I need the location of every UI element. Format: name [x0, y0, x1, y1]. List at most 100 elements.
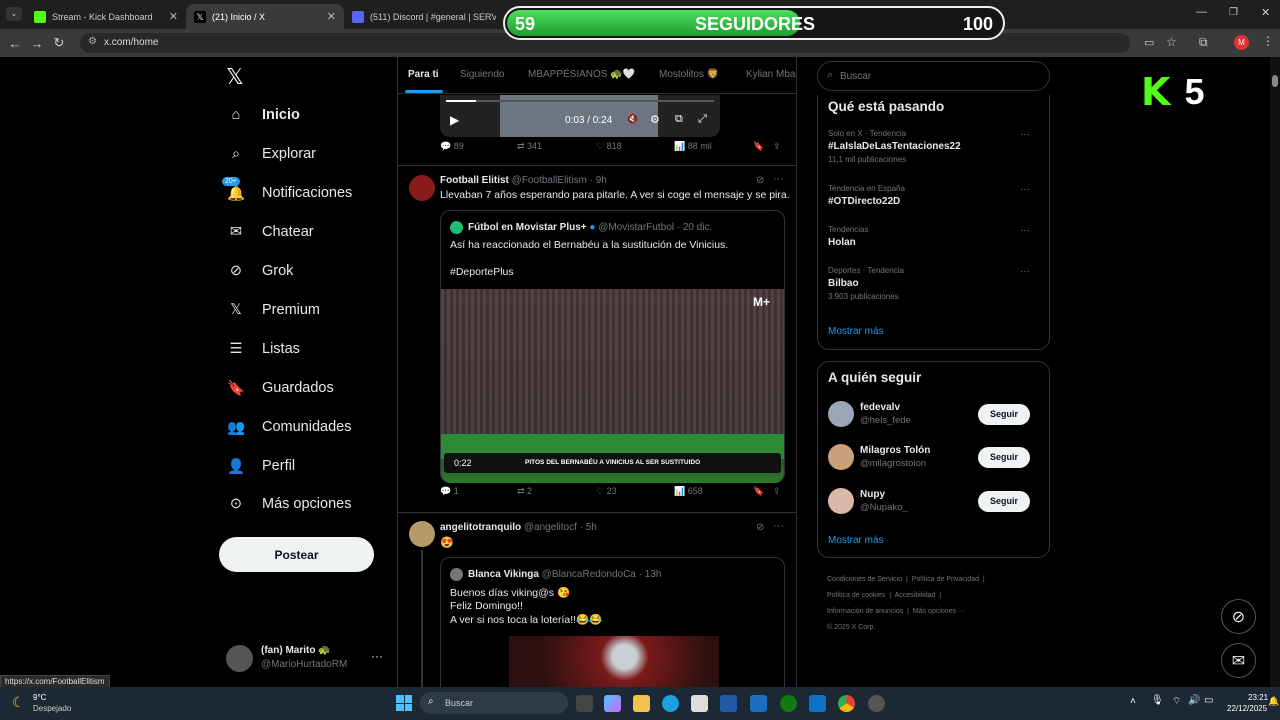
more-dots-icon[interactable]: ···	[1020, 184, 1030, 195]
taskbar-search[interactable]: ⌕ Buscar	[420, 692, 568, 714]
tab-mostolitos[interactable]: Mostolitos 🦁	[659, 69, 719, 80]
quote-video[interactable]: M+ 0:22 PITOS DEL BERNABÉU A VINICIUS AL…	[441, 289, 784, 483]
bookmark-icon[interactable]: 🔖	[753, 486, 764, 497]
minimize-icon[interactable]: —	[1196, 6, 1207, 18]
post-time[interactable]: · 5h	[580, 522, 597, 533]
views-button[interactable]: 📊 88 mil	[674, 141, 712, 152]
quote-hashtag[interactable]: #DeportePlus	[450, 266, 514, 278]
footer-link[interactable]: Política de cookies	[827, 592, 885, 599]
task-view-icon[interactable]	[576, 695, 593, 712]
trend-item[interactable]: Tendencia en España #OTDirecto22D ···	[828, 184, 1040, 210]
volume-icon[interactable]: 🔊	[1188, 695, 1200, 706]
mute-icon[interactable]: 🔇	[626, 114, 638, 125]
trend-item[interactable]: Tendencias Holan ···	[828, 225, 1040, 251]
windows-start-icon[interactable]	[396, 695, 412, 711]
tab-para-ti[interactable]: Para ti	[408, 69, 439, 80]
sidebar-item-chat[interactable]: ✉ Chatear	[226, 222, 314, 242]
post-avatar[interactable]	[409, 175, 435, 201]
xbox-icon[interactable]	[780, 695, 797, 712]
chevron-up-icon[interactable]: ˄	[1130, 696, 1136, 707]
more-dots-icon[interactable]: ···	[1020, 266, 1030, 277]
follow-button[interactable]: Seguir	[978, 403, 1030, 425]
footer-link[interactable]: Más opciones ···	[913, 608, 965, 615]
sidebar-item-home[interactable]: ⌂ Inicio	[226, 105, 300, 125]
restore-icon[interactable]: ❐	[1229, 7, 1238, 18]
cast-icon[interactable]: ▭	[1144, 36, 1154, 49]
x-logo-icon[interactable]: 𝕏	[226, 64, 244, 90]
edge-icon[interactable]	[662, 695, 679, 712]
account-switcher[interactable]: (fan) Marito 🐢 @MarioHurtadoRM ···	[226, 644, 386, 674]
app-icon[interactable]	[720, 695, 737, 712]
clock-time[interactable]: 23:21	[1248, 693, 1268, 702]
quoted-post[interactable]: Blanca Vikinga @BlancaRedondoCa · 13h Bu…	[440, 557, 785, 697]
tab-kick[interactable]: Stream - Kick Dashboard ✕	[26, 4, 186, 29]
weather-moon-icon[interactable]: ☾	[12, 694, 25, 711]
reply-button[interactable]: 💬 89	[440, 141, 464, 152]
sidebar-item-bookmarks[interactable]: 🔖 Guardados	[226, 378, 334, 398]
sidebar-item-profile[interactable]: 👤 Perfil	[226, 456, 295, 476]
reply-button[interactable]: 💬 1	[440, 486, 459, 497]
sidebar-item-grok[interactable]: ⊘ Grok	[226, 261, 294, 281]
battery-icon[interactable]: ▭	[1204, 695, 1213, 706]
like-button[interactable]: ♡ 23	[596, 486, 617, 497]
grok-icon[interactable]: ⊘	[756, 522, 764, 533]
clock-date[interactable]: 22/12/2025	[1227, 704, 1267, 713]
reload-icon[interactable]: ↻	[48, 35, 70, 51]
follow-button[interactable]: Seguir	[978, 446, 1030, 468]
show-more-link[interactable]: Mostrar más	[828, 535, 884, 546]
author-name[interactable]: angelitotranquilo	[440, 522, 521, 533]
play-icon[interactable]: ▶	[450, 113, 459, 127]
extensions-icon[interactable]: ⧉	[1199, 35, 1208, 50]
tab-x-home[interactable]: 𝕏 (21) Inicio / X ✕	[186, 4, 344, 29]
outlook-icon[interactable]	[809, 695, 826, 712]
tab-mbappesianos[interactable]: MBAPPÉSIANOS 🐢🤍	[528, 69, 635, 80]
sidebar-item-lists[interactable]: ☰ Listas	[226, 339, 300, 359]
tab-discord[interactable]: (511) Discord | #general | SERV	[344, 4, 504, 29]
repost-button[interactable]: ⇄ 341	[517, 141, 542, 152]
messages-fab-button[interactable]: ✉	[1221, 643, 1256, 678]
sidebar-item-notifications[interactable]: 🔔 20+ Notificaciones	[222, 177, 352, 203]
profile-avatar[interactable]: M	[1234, 35, 1249, 50]
more-dots-icon[interactable]: ···	[1020, 129, 1030, 140]
forward-icon[interactable]: →	[26, 36, 48, 51]
more-dots-icon[interactable]: ···	[773, 173, 784, 185]
author-name[interactable]: Football Elitist	[440, 175, 509, 186]
trend-item[interactable]: Solo en X · Tendencia #LaIslaDeLasTentaci…	[828, 129, 1040, 164]
chrome-icon[interactable]	[838, 695, 855, 712]
menu-icon[interactable]: ⋮	[1262, 34, 1274, 48]
site-info-icon[interactable]: ⚙	[88, 36, 97, 47]
sidebar-item-explore[interactable]: ⌕ Explorar	[226, 144, 316, 164]
app-icon[interactable]	[750, 695, 767, 712]
share-icon[interactable]: ⇪	[773, 486, 781, 497]
footer-link[interactable]: Condiciones de Servicio	[827, 576, 902, 583]
trend-item[interactable]: Deportes · Tendencia Bilbao 3.903 publicac…	[828, 266, 1040, 301]
more-dots-icon[interactable]: ···	[1020, 225, 1030, 236]
quote-image[interactable]	[509, 636, 719, 688]
bookmark-icon[interactable]: 🔖	[753, 141, 764, 152]
search-box[interactable]: ⌕ Buscar	[817, 61, 1050, 91]
scrollbar-thumb[interactable]	[1272, 75, 1278, 87]
follow-button[interactable]: Seguir	[978, 490, 1030, 512]
footer-link[interactable]: Accesibilidad	[895, 592, 936, 599]
notification-bell-icon[interactable]: 🔔	[1268, 696, 1279, 707]
tab-siguiendo[interactable]: Siguiendo	[460, 69, 504, 80]
settings-gear-icon[interactable]: ⚙	[650, 113, 660, 126]
more-dots-icon[interactable]: ···	[773, 520, 784, 532]
grok-icon[interactable]: ⊘	[756, 175, 764, 186]
follow-suggestion[interactable]: Milagros Tolón @milagrostolon Seguir	[828, 444, 1040, 470]
pip-icon[interactable]: ⧉	[675, 113, 683, 126]
like-button[interactable]: ♡ 818	[596, 141, 622, 152]
show-more-link[interactable]: Mostrar más	[828, 326, 884, 337]
sidebar-item-premium[interactable]: 𝕏 Premium	[226, 300, 320, 320]
follow-suggestion[interactable]: Nupy @Nupako_ Seguir	[828, 488, 1040, 514]
footer-link[interactable]: Política de Privacidad	[912, 576, 979, 583]
app-icon[interactable]	[868, 695, 885, 712]
follow-suggestion[interactable]: fedevalv @hels_fede Seguir	[828, 401, 1040, 427]
sidebar-item-communities[interactable]: 👥 Comunidades	[226, 417, 352, 437]
store-icon[interactable]	[691, 695, 708, 712]
sidebar-item-more-options[interactable]: ⊙ Más opciones	[226, 494, 352, 514]
close-tab-icon[interactable]: ✕	[327, 10, 336, 23]
author-handle[interactable]: @FootballElitism	[512, 175, 587, 186]
more-dots-icon[interactable]: ···	[371, 649, 383, 663]
views-button[interactable]: 📊 658	[674, 486, 703, 497]
